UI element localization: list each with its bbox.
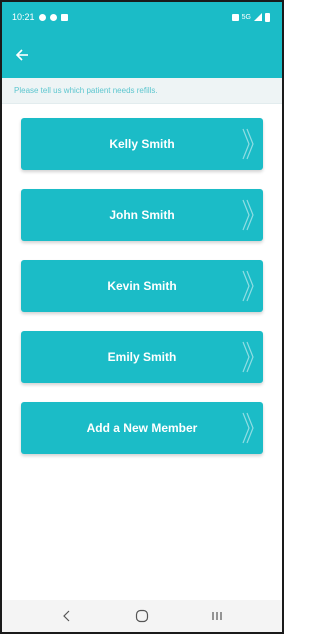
member-label: John Smith: [109, 208, 175, 222]
double-chevron-right-icon: [242, 270, 254, 302]
prompt-text: Please tell us which patient needs refil…: [14, 86, 158, 95]
arrow-left-icon: [15, 49, 28, 61]
image-icon: [60, 13, 68, 21]
member-label: Kelly Smith: [109, 137, 175, 151]
battery-icon: [265, 12, 270, 22]
settings-icon: [49, 13, 57, 21]
member-label: Add a New Member: [86, 421, 198, 435]
signal-icon: [254, 13, 262, 21]
member-list: Kelly Smith John Smith Kevin Smith Emily…: [2, 104, 282, 454]
double-chevron-right-icon: [242, 341, 254, 373]
back-button[interactable]: [10, 43, 34, 67]
status-right: 5G: [231, 12, 270, 22]
double-chevron-right-icon: [242, 199, 254, 231]
phone-screen: 10:21 5G Please tell us which patient ne…: [0, 0, 284, 634]
member-button-kelly-smith[interactable]: Kelly Smith: [21, 118, 263, 170]
app-header: [2, 32, 282, 78]
nav-back-button[interactable]: [47, 604, 87, 628]
home-circle-icon: [135, 609, 149, 623]
add-new-member-button[interactable]: Add a New Member: [21, 402, 263, 454]
patient-prompt: Please tell us which patient needs refil…: [2, 78, 282, 104]
recents-icon: [212, 612, 222, 620]
member-button-emily-smith[interactable]: Emily Smith: [21, 331, 263, 383]
status-bar: 10:21 5G: [2, 2, 282, 32]
double-chevron-right-icon: [242, 412, 254, 444]
member-label: Emily Smith: [107, 350, 177, 364]
member-button-kevin-smith[interactable]: Kevin Smith: [21, 260, 263, 312]
double-chevron-right-icon: [242, 128, 254, 160]
status-left: 10:21: [12, 12, 68, 22]
notification-icon: [38, 13, 46, 21]
network-label: 5G: [241, 13, 251, 21]
status-time: 10:21: [12, 12, 35, 22]
nav-home-button[interactable]: [122, 604, 162, 628]
vibrate-icon: [231, 13, 239, 21]
chevron-left-icon: [63, 610, 70, 622]
nav-recents-button[interactable]: [197, 604, 237, 628]
member-label: Kevin Smith: [107, 279, 177, 293]
system-nav-bar: [2, 600, 282, 632]
member-button-john-smith[interactable]: John Smith: [21, 189, 263, 241]
